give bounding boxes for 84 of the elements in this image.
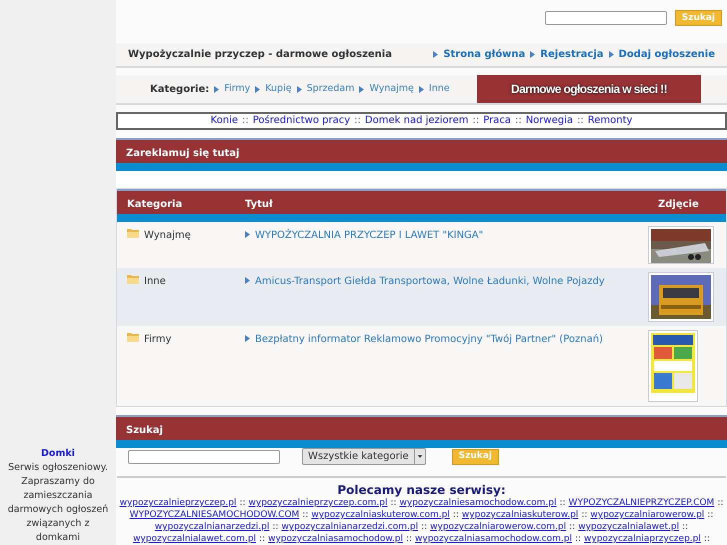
triangle-icon	[530, 51, 536, 58]
service-link[interactable]: wypozyczalnianarzedzi.com.pl	[281, 521, 418, 533]
folder-icon	[127, 274, 139, 284]
category-cell-text: Inne	[144, 274, 166, 289]
service-link[interactable]: wypozyczalniasamochodow.com.pl	[415, 533, 572, 545]
separator: ::	[717, 497, 724, 509]
site-title: Wypożyczalnie przyczep - darmowe ogłoszenia	[128, 48, 392, 62]
triangle-icon	[245, 230, 250, 238]
separator: ::	[472, 115, 480, 128]
category-link[interactable]: Firmy	[224, 82, 250, 97]
separator: ::	[514, 115, 522, 128]
folder-icon	[127, 332, 139, 342]
listing-link[interactable]: Bezpłatny informator Reklamowo Promocyjny "Twój Partner" (Poznań)	[255, 332, 603, 347]
service-link[interactable]: wypozyczalniarowerow.pl	[590, 509, 704, 521]
topic-link[interactable]: Domek nad jeziorem	[364, 115, 468, 128]
sidebar-text: Serwis ogłoszeniowy. Zapraszamy do zamieszczania darmowych ogłoszeń związanych z domkami	[6, 461, 110, 545]
separator: ::	[302, 509, 308, 521]
sidebar-link[interactable]: Domki	[41, 447, 75, 461]
category-link[interactable]: Wynajmę	[369, 82, 414, 97]
separator: ::	[272, 521, 278, 533]
triangle-icon	[418, 86, 424, 93]
search-field[interactable]	[544, 11, 667, 26]
topic-link[interactable]: Pośrednictwo pracy	[252, 115, 350, 128]
category-cell-text: Wynajmę	[144, 228, 191, 243]
separator: ::	[452, 509, 459, 521]
separator: ::	[581, 509, 588, 521]
listing-link[interactable]: Amicus-Transport Giełda Transportowa, Wolne Ładunki, Wolne Pojazdy	[255, 274, 605, 289]
service-link[interactable]: wypozyczalnieprzyczep.com.pl	[248, 497, 388, 509]
triangle-icon	[245, 276, 250, 284]
banner[interactable]: Darmowe ogłoszenia w sieci !!	[477, 75, 701, 104]
service-link[interactable]: wypozyczalnieprzyczep.pl	[120, 497, 236, 509]
caret-icon	[414, 449, 425, 464]
recommended-heading: Polecamy nasze serwisy:	[337, 483, 506, 497]
separator: ::	[239, 497, 246, 509]
triangle-icon	[214, 86, 220, 93]
service-link[interactable]: wypozyczalniesamochodow.com.pl	[400, 497, 556, 509]
service-link[interactable]: wypozyczalniaskuterow.com.pl	[311, 509, 450, 521]
service-link[interactable]: wypozyczalniaprzyczep.pl	[584, 533, 701, 545]
separator: ::	[421, 521, 428, 533]
search-field[interactable]	[128, 450, 280, 464]
separator: ::	[682, 521, 688, 533]
service-link[interactable]: wypozyczalnialawet.pl	[578, 521, 680, 533]
listing-link[interactable]: WYPOŻYCZALNIA PRZYCZEP I LAWET "KINGA"	[255, 228, 484, 243]
topic-link[interactable]: Norwegia	[526, 115, 573, 128]
topic-link[interactable]: Konie	[210, 115, 238, 128]
topic-link[interactable]: Praca	[483, 115, 511, 128]
category-link[interactable]: Inne	[428, 82, 450, 97]
triangle-icon	[433, 51, 438, 58]
separator: ::	[242, 115, 249, 128]
ad-panel-header: Zareklamuj się tutaj	[116, 138, 727, 172]
service-link[interactable]: WYPOZYCZALNIESAMOCHODOW.COM	[130, 509, 300, 521]
separator: ::	[354, 115, 361, 128]
separator: ::	[569, 521, 576, 533]
nav-link[interactable]: Dodaj ogłoszenie	[618, 47, 715, 62]
separator: ::	[574, 533, 582, 545]
topic-link[interactable]: Remonty	[588, 115, 632, 128]
service-link[interactable]: wypozyczalniaskuterow.pl	[462, 509, 578, 521]
category-link[interactable]: Sprzedam	[306, 82, 354, 97]
categories-label: Kategorie:	[150, 82, 210, 97]
category-link[interactable]: Kupię	[265, 82, 292, 97]
separator: ::	[707, 509, 714, 521]
separator: ::	[390, 497, 397, 509]
separator: ::	[577, 115, 584, 128]
triangle-icon	[245, 334, 250, 342]
service-link[interactable]: wypozyczalnianarzedzi.pl	[154, 521, 270, 533]
separator: ::	[559, 497, 566, 509]
service-link[interactable]: WYPOZYCZALNIEPRZYCZEP.COM	[568, 497, 714, 509]
service-link[interactable]: wypozyczalnialawet.com.pl	[133, 533, 256, 545]
nav-link[interactable]: Strona główna	[443, 47, 526, 62]
triangle-icon	[296, 86, 302, 93]
table-header: Kategoria Tytuł Zdjęcie	[117, 188, 726, 222]
separator: ::	[259, 533, 266, 545]
service-link[interactable]: wypozyczalniasamochodow.pl	[268, 533, 403, 545]
search-panel-header: Szukaj	[116, 414, 727, 448]
separator: ::	[406, 533, 412, 545]
separator: ::	[704, 533, 710, 545]
triangle-icon	[255, 86, 260, 93]
nav-link[interactable]: Rejestracja	[540, 47, 604, 62]
triangle-icon	[608, 51, 614, 58]
folder-icon	[127, 228, 139, 238]
category-dropdown[interactable]: Wszystkie kategorie	[302, 448, 426, 466]
triangle-icon	[359, 86, 364, 93]
service-link[interactable]: wypozyczalniarowerow.com.pl	[430, 521, 566, 533]
category-cell-text: Firmy	[144, 332, 172, 347]
